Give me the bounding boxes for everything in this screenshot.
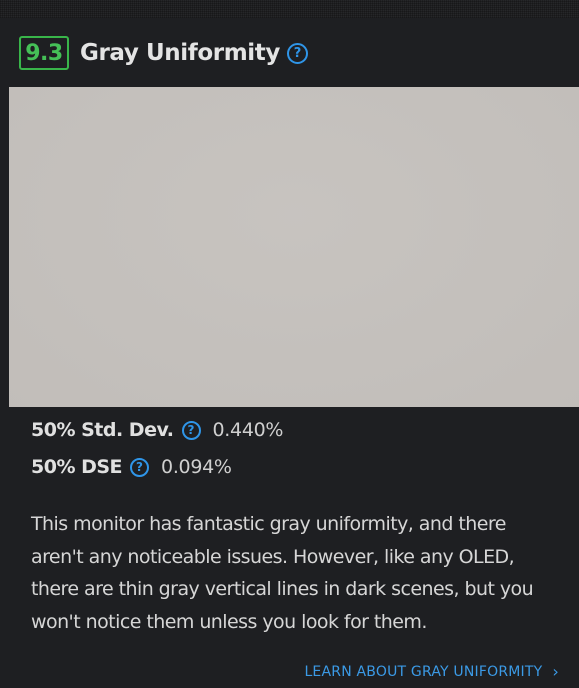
help-icon[interactable]: ? bbox=[181, 420, 201, 440]
metric-dse: 50% DSE ? 0.094% bbox=[31, 454, 232, 480]
metric-value: 0.094% bbox=[161, 456, 232, 478]
help-icon[interactable]: ? bbox=[286, 42, 308, 64]
review-description: This monitor has fantastic gray uniformi… bbox=[31, 513, 534, 633]
gray-uniformity-section: 9.3 Gray Uniformity ? 50% Std. Dev. ? 0.… bbox=[0, 18, 579, 688]
gray-uniformity-photo[interactable] bbox=[9, 87, 579, 407]
section-header: 9.3 Gray Uniformity ? bbox=[19, 36, 308, 70]
metric-label: 50% Std. Dev. bbox=[31, 419, 174, 441]
metric-label: 50% DSE bbox=[31, 456, 123, 478]
metric-value: 0.440% bbox=[212, 419, 284, 441]
metric-std-dev: 50% Std. Dev. ? 0.440% bbox=[31, 417, 283, 443]
chevron-right-icon: › bbox=[552, 662, 559, 681]
learn-more-label: LEARN ABOUT GRAY UNIFORMITY bbox=[304, 663, 543, 680]
learn-more-link[interactable]: LEARN ABOUT GRAY UNIFORMITY › bbox=[304, 662, 559, 681]
score-badge: 9.3 bbox=[19, 36, 69, 70]
section-title: Gray Uniformity bbox=[80, 40, 280, 66]
help-icon[interactable]: ? bbox=[130, 457, 150, 477]
